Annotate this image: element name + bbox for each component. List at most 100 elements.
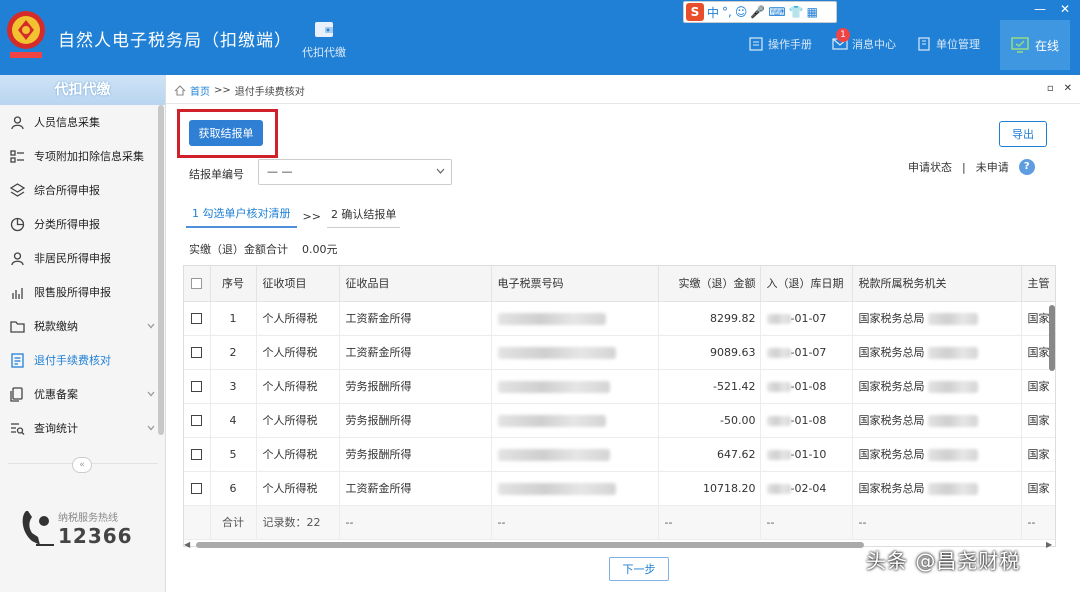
footer-dash: --: [852, 505, 1022, 540]
sidebar-item[interactable]: 优惠备案: [0, 377, 165, 411]
keyboard-icon[interactable]: ⌨: [768, 5, 785, 19]
redacted-ticket-number: [497, 448, 610, 461]
hotline-number: 12366: [58, 523, 133, 548]
table-row[interactable]: 5 个人所得税 劳务报酬所得 647.62 -01-10 国家税务总局 国家: [184, 437, 1055, 472]
unit-management-button[interactable]: 单位管理: [916, 36, 980, 52]
redacted-year: [766, 347, 791, 358]
redacted-year: [766, 381, 791, 392]
online-status-label: 在线: [1034, 38, 1059, 53]
person-icon: [11, 251, 24, 265]
col-header-ticket-no: 电子税票号码: [491, 266, 659, 302]
cell-ticket-no: [491, 403, 659, 438]
table-vertical-scrollbar[interactable]: [1049, 305, 1055, 371]
window-controls: — ✕: [1034, 2, 1070, 16]
report-number-select[interactable]: — —: [258, 159, 452, 185]
row-checkbox[interactable]: [191, 313, 203, 324]
export-button[interactable]: 导出: [999, 121, 1047, 147]
application-status: 申请状态 | 未申请 ?: [908, 159, 1035, 175]
redacted-ticket-number: [497, 482, 616, 495]
table-header-row: 序号 征收项目 征收品目 电子税票号码 实缴（退）金额 入（退）库日期 税款所属…: [184, 266, 1055, 302]
minimize-icon[interactable]: —: [1034, 2, 1046, 16]
shirt-icon[interactable]: 👕: [789, 5, 804, 19]
row-checkbox-cell: [184, 369, 211, 404]
sidebar-item[interactable]: 退付手续费核对: [0, 343, 165, 377]
redacted-office: [928, 449, 978, 461]
cell-no: 1: [210, 301, 257, 336]
sidebar-item[interactable]: 分类所得申报: [0, 207, 165, 241]
table-horizontal-scrollbar[interactable]: [196, 542, 864, 548]
footer-dash: --: [760, 505, 853, 540]
close-icon[interactable]: ✕: [1060, 2, 1070, 16]
chevron-down-icon: [147, 425, 155, 431]
table-row[interactable]: 1 个人所得税 工资薪金所得 8299.82 -01-07 国家税务总局 国家: [184, 301, 1055, 336]
next-step-button[interactable]: 下一步: [609, 557, 669, 581]
person-icon: [11, 115, 24, 129]
redacted-year: [766, 415, 791, 426]
manual-label: 操作手册: [768, 38, 812, 51]
ime-punct[interactable]: °,: [722, 5, 732, 19]
cell-subitem: 工资薪金所得: [339, 335, 492, 370]
sidebar-item-label: 税款缴纳: [34, 320, 78, 333]
cell-office-text: 国家税务总局: [858, 380, 925, 393]
scroll-left-icon[interactable]: ◀: [184, 540, 190, 549]
row-checkbox[interactable]: [191, 449, 203, 460]
list-icon: [10, 149, 24, 163]
row-checkbox[interactable]: [191, 347, 203, 358]
grid-icon[interactable]: ▦: [807, 5, 818, 19]
ime-mode[interactable]: 中: [707, 4, 719, 21]
sidebar-item-label: 退付手续费核对: [34, 354, 111, 367]
table-row[interactable]: 4 个人所得税 劳务报酬所得 -50.00 -01-08 国家税务总局 国家: [184, 403, 1055, 438]
sidebar-item[interactable]: 非居民所得申报: [0, 241, 165, 275]
sidebar-item[interactable]: 综合所得申报: [0, 173, 165, 207]
get-report-button[interactable]: 获取结报单: [189, 120, 263, 146]
sidebar-item[interactable]: 限售股所得申报: [0, 275, 165, 309]
cell-no: 2: [210, 335, 257, 370]
row-checkbox[interactable]: [191, 381, 203, 392]
table-row[interactable]: 2 个人所得税 工资薪金所得 9089.63 -01-07 国家税务总局 国家: [184, 335, 1055, 370]
sidebar-item[interactable]: 人员信息采集: [0, 105, 165, 139]
tax-emblem-logo: [7, 11, 45, 58]
col-header-no: 序号: [210, 266, 257, 302]
help-icon[interactable]: ?: [1018, 159, 1035, 175]
step-1-tab[interactable]: 1 勾选单户核对清册: [186, 205, 297, 228]
restore-icon[interactable]: ▫: [1047, 83, 1054, 94]
online-status-button[interactable]: 在线: [1000, 20, 1070, 70]
row-checkbox[interactable]: [191, 483, 203, 494]
cell-ticket-no: [491, 471, 659, 506]
scroll-right-icon[interactable]: ▶: [1046, 540, 1052, 549]
cell-office: 国家税务总局: [852, 301, 1022, 336]
unit-management-label: 单位管理: [936, 38, 980, 51]
cell-ticket-no: [491, 369, 659, 404]
select-all-checkbox[interactable]: [191, 278, 203, 290]
sogou-logo-icon: S: [686, 3, 704, 21]
row-checkbox[interactable]: [191, 415, 203, 426]
cell-date-text: -01-07: [790, 345, 827, 359]
cell-office: 国家税务总局: [852, 369, 1022, 404]
breadcrumb-home-link[interactable]: 首页: [190, 83, 210, 98]
table-row[interactable]: 3 个人所得税 劳务报酬所得 -521.42 -01-08 国家税务总局 国家: [184, 369, 1055, 404]
footer-dash: --: [1021, 505, 1055, 540]
col-header-amount: 实缴（退）金额: [658, 266, 761, 302]
redacted-office: [928, 347, 978, 359]
microphone-icon[interactable]: 🎤: [750, 5, 765, 19]
footer-dash: --: [658, 505, 761, 540]
sidebar-item[interactable]: 查询统计: [0, 411, 165, 445]
manual-button[interactable]: 操作手册: [748, 36, 812, 52]
sidebar-header: 代扣代缴: [0, 75, 165, 105]
smiley-icon[interactable]: ☺: [735, 5, 748, 19]
table-row[interactable]: 6 个人所得税 工资薪金所得 10718.20 -02-04 国家税务总局 国家: [184, 471, 1055, 506]
sidebar-item[interactable]: 专项附加扣除信息采集: [0, 139, 165, 173]
table-footer-row: 合计 记录数：22 -- -- -- -- -- --: [184, 505, 1055, 540]
redacted-ticket-number: [497, 414, 606, 427]
message-count-badge: 1: [836, 28, 850, 42]
wallet-icon: [315, 22, 333, 37]
collapse-sidebar-button[interactable]: «: [72, 457, 92, 473]
layers-icon: [10, 182, 25, 197]
panel-close-icon[interactable]: ✕: [1064, 83, 1072, 94]
cell-more: 国家: [1021, 471, 1055, 506]
row-checkbox-cell: [184, 437, 211, 472]
withholding-tab[interactable]: 代扣代缴: [292, 18, 356, 60]
step-2-tab[interactable]: 2 确认结报单: [326, 206, 401, 228]
sidebar-item[interactable]: 税款缴纳: [0, 309, 165, 343]
ime-toolbar[interactable]: S 中 °, ☺ 🎤 ⌨ 👕 ▦: [683, 1, 837, 23]
